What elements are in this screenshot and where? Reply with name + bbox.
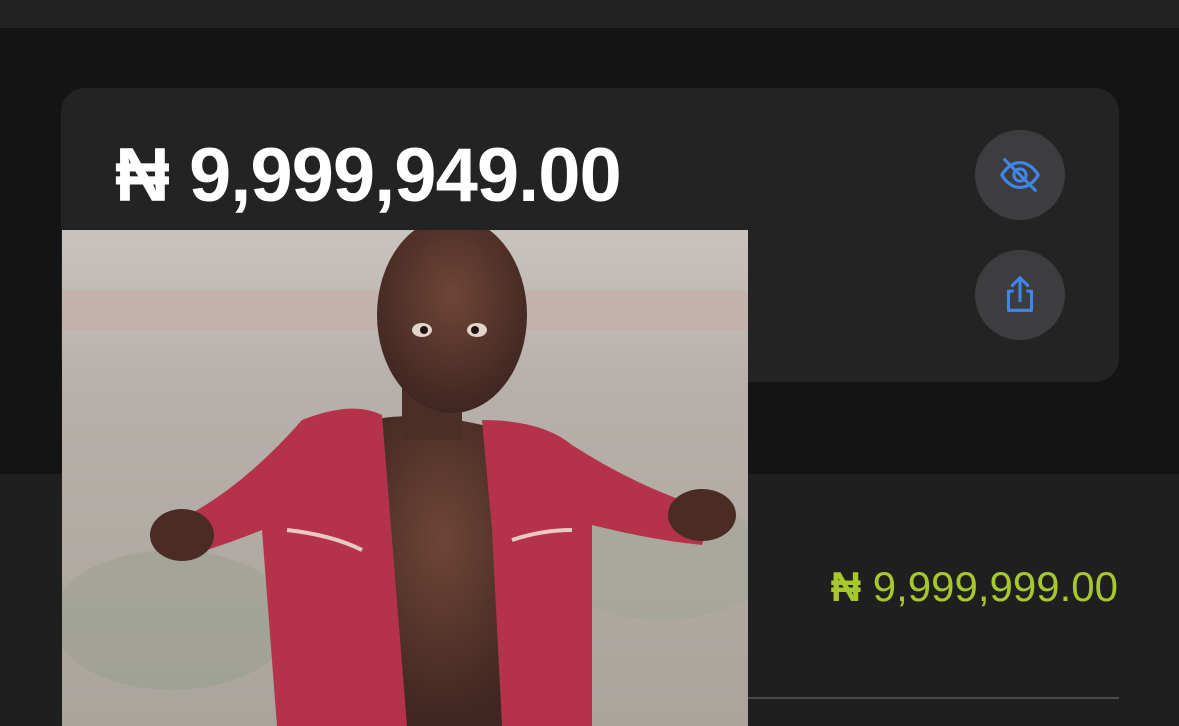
divider <box>748 697 1119 699</box>
transaction-amount: ₦ 9,999,999.00 <box>831 560 1118 614</box>
top-bar <box>0 0 1179 28</box>
currency-symbol: ₦ <box>830 563 862 610</box>
eye-slash-icon <box>1000 158 1040 192</box>
share-button[interactable] <box>975 250 1065 340</box>
hide-balance-button[interactable] <box>975 130 1065 220</box>
meme-photo <box>62 230 748 726</box>
amount-value: 9,999,999.00 <box>872 563 1118 610</box>
share-icon <box>1006 276 1034 312</box>
balance-amount: ₦ 9,999,949.00 <box>115 133 622 218</box>
